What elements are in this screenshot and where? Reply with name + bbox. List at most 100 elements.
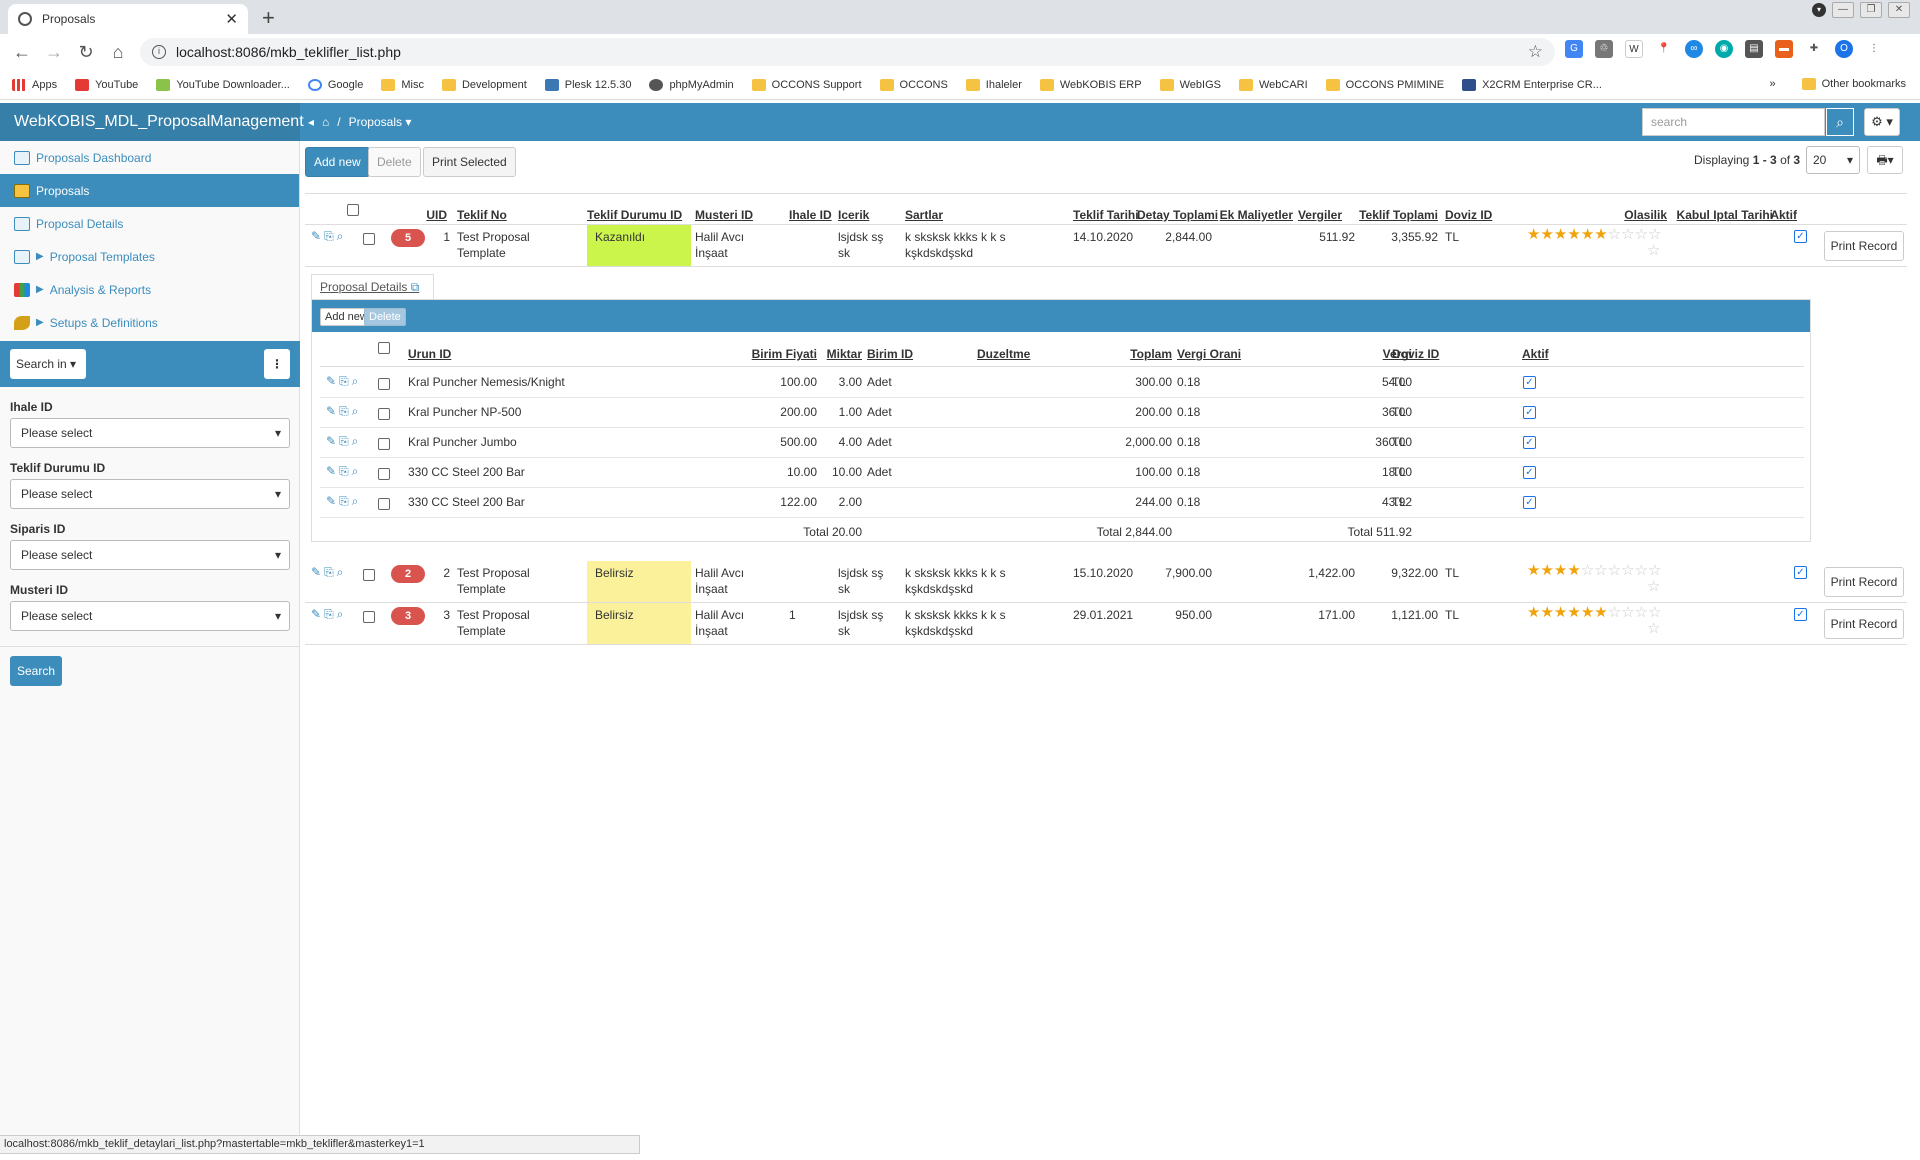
star-icon[interactable]: ☆ — [1648, 563, 1661, 579]
column-header-olasilik[interactable]: Olasilik — [1527, 207, 1667, 223]
other-bookmarks[interactable]: » Other bookmarks — [1770, 78, 1906, 90]
star-icon[interactable]: ★ — [1540, 227, 1553, 243]
details-column-aktif[interactable]: Aktif — [1522, 346, 1549, 362]
star-icon[interactable]: ★ — [1554, 605, 1567, 621]
star-icon[interactable]: ★ — [1594, 227, 1607, 243]
details-column-birim-id[interactable]: Birim ID — [867, 346, 927, 362]
bookmark-item[interactable]: Google — [307, 78, 363, 91]
view-icon[interactable]: ⌕ — [337, 229, 344, 244]
table-row[interactable]: ✎ ⎘ ⌕ 2 2 Test Proposal Template Belirsiz Halil… — [305, 561, 1907, 603]
bookmark-item[interactable]: YouTube Downloader... — [156, 78, 290, 91]
star-icon[interactable]: ☆ — [1647, 621, 1660, 637]
star-icon[interactable]: ☆ — [1648, 227, 1661, 243]
column-header-teklif-toplami[interactable]: Teklif Toplami — [1345, 207, 1438, 223]
delete-button[interactable]: Delete — [368, 147, 421, 177]
row-checkbox[interactable] — [363, 569, 375, 581]
select-all-checkbox[interactable] — [347, 204, 359, 216]
print-record-button[interactable]: Print Record — [1824, 609, 1904, 639]
row-checkbox[interactable] — [363, 233, 375, 245]
bookmark-item[interactable]: OCCONS PMIMINE — [1325, 78, 1444, 91]
breadcrumb-proposals[interactable]: Proposals ▾ — [349, 103, 412, 141]
app-brand[interactable]: WebKOBIS_MDL_ProposalManagement — [0, 103, 304, 141]
column-header-teklif-tarihi[interactable]: Teklif Tarihi — [1073, 207, 1139, 223]
add-new-button[interactable]: Add new — [305, 147, 370, 177]
pin-extension-icon[interactable]: 📍 — [1655, 40, 1673, 58]
copy-icon[interactable]: ⎘ — [339, 494, 349, 509]
details-column-doviz-id[interactable]: Doviz ID — [1392, 346, 1452, 362]
copy-icon[interactable]: ⎘ — [324, 607, 334, 622]
view-icon[interactable]: ⌕ — [352, 434, 359, 449]
bookmark-item[interactable]: OCCONS Support — [751, 78, 862, 91]
view-icon[interactable]: ⌕ — [352, 464, 359, 479]
printer-dropdown-icon[interactable]: 🖶▾ — [1867, 146, 1903, 174]
filter-select-musteri-id[interactable]: Please select — [10, 601, 290, 631]
table-row[interactable]: ✎ ⎘ ⌕ 5 1 Test Proposal Template Kazanıldı Hali… — [305, 225, 1907, 267]
edit-icon[interactable]: ✎ — [326, 434, 336, 449]
details-row[interactable]: ✎ ⎘ ⌕ Kral Puncher NP-500 200.00 1.00 Adet 200.… — [320, 398, 1804, 428]
ssh-extension-icon[interactable]: ▤ — [1745, 40, 1763, 58]
star-icon[interactable]: ☆ — [1608, 227, 1621, 243]
bookmark-item[interactable]: Apps — [12, 78, 57, 91]
column-header-teklif-durumu-id[interactable]: Teklif Durumu ID — [587, 207, 691, 223]
view-icon[interactable]: ⌕ — [337, 565, 344, 580]
probability-rating[interactable]: ★ ★ ★ ★ ★ ★ ☆ ☆ ☆ ☆ ☆ — [1527, 605, 1677, 637]
edit-icon[interactable]: ✎ — [326, 374, 336, 389]
details-row[interactable]: ✎ ⎘ ⌕ 330 CC Steel 200 Bar 122.00 2.00 244.00 0… — [320, 488, 1804, 518]
column-header-teklif-no[interactable]: Teklif No — [457, 207, 547, 223]
back-icon[interactable]: ← — [6, 42, 38, 63]
more-bookmarks-icon[interactable]: » — [1770, 78, 1776, 90]
details-row-checkbox[interactable] — [378, 468, 390, 480]
reload-icon[interactable]: ↻ — [70, 42, 102, 63]
details-select-all-checkbox[interactable] — [378, 342, 390, 354]
star-icon[interactable]: ☆ — [1594, 563, 1607, 579]
star-icon[interactable]: ☆ — [1581, 563, 1594, 579]
restore-button[interactable]: ❐ — [1860, 2, 1882, 18]
close-tab-icon[interactable]: ✕ — [225, 10, 238, 28]
column-header-detay-toplami[interactable]: Detay Toplami — [1137, 207, 1218, 223]
close-window-button[interactable]: ✕ — [1888, 2, 1910, 18]
translate-extension-icon[interactable]: G — [1565, 40, 1583, 58]
star-icon[interactable]: ★ — [1527, 563, 1540, 579]
star-icon[interactable]: ☆ — [1635, 563, 1648, 579]
star-icon[interactable]: ☆ — [1635, 227, 1648, 243]
bookmark-item[interactable]: Misc — [381, 78, 424, 91]
sidebar-item-proposal-details[interactable]: Proposal Details — [0, 207, 299, 240]
row-checkbox[interactable] — [363, 611, 375, 623]
home-icon[interactable]: ⌂ — [102, 42, 134, 63]
home-icon[interactable]: ⌂ — [322, 103, 329, 141]
probability-rating[interactable]: ★ ★ ★ ★ ☆ ☆ ☆ ☆ ☆ ☆ ☆ — [1527, 563, 1677, 595]
bookmark-item[interactable]: WebIGS — [1159, 78, 1221, 91]
details-column-duzeltme[interactable]: Duzeltme — [977, 346, 1042, 362]
star-icon[interactable]: ☆ — [1608, 605, 1621, 621]
address-bar[interactable]: i localhost:8086/mkb_teklifler_list.php … — [140, 38, 1555, 66]
column-header-ek-maliyetler[interactable]: Ek Maliyetler — [1213, 207, 1293, 223]
details-row-checkbox[interactable] — [378, 378, 390, 390]
sidebar-item-setups-definitions[interactable]: ▶ Setups & Definitions — [0, 306, 299, 339]
search-icon[interactable]: ⌕ — [1826, 108, 1854, 136]
new-tab-button[interactable]: + — [262, 5, 275, 31]
page-size-select[interactable]: 20 — [1806, 146, 1860, 174]
details-row-checkbox[interactable] — [378, 408, 390, 420]
column-header-kabul-iptal-tarihi[interactable]: Kabul Iptal Tarihi — [1673, 207, 1773, 223]
bookmark-item[interactable]: WebCARI — [1238, 78, 1308, 91]
sidebar-item-proposal-templates[interactable]: ▶ Proposal Templates — [0, 240, 299, 273]
details-row[interactable]: ✎ ⎘ ⌕ Kral Puncher Nemesis/Knight 100.00 3.00… — [320, 368, 1804, 398]
probability-rating[interactable]: ★ ★ ★ ★ ★ ★ ☆ ☆ ☆ ☆ ☆ — [1527, 227, 1677, 259]
column-header-uid[interactable]: UID — [395, 207, 447, 223]
menu-kebab-icon[interactable]: ⋮ — [1865, 40, 1883, 58]
sidebar-item-proposals-dashboard[interactable]: Proposals Dashboard — [0, 141, 299, 174]
details-delete-button[interactable]: Delete — [364, 308, 406, 326]
edit-icon[interactable]: ✎ — [326, 404, 336, 419]
bookmark-star-icon[interactable]: ☆ — [1528, 42, 1543, 62]
star-icon[interactable]: ★ — [1581, 227, 1594, 243]
edit-icon[interactable]: ✎ — [326, 494, 336, 509]
print-record-button[interactable]: Print Record — [1824, 231, 1904, 261]
minimize-button[interactable]: — — [1832, 2, 1854, 18]
star-icon[interactable]: ★ — [1527, 227, 1540, 243]
details-row-checkbox[interactable] — [378, 498, 390, 510]
bookmark-item[interactable]: X2CRM Enterprise CR... — [1462, 78, 1602, 91]
star-icon[interactable]: ★ — [1567, 227, 1580, 243]
column-header-ihale-id[interactable]: Ihale ID — [789, 207, 835, 223]
details-column-vergi-orani[interactable]: Vergi Orani — [1177, 346, 1247, 362]
globe-extension-icon[interactable]: ◉ — [1715, 40, 1733, 58]
